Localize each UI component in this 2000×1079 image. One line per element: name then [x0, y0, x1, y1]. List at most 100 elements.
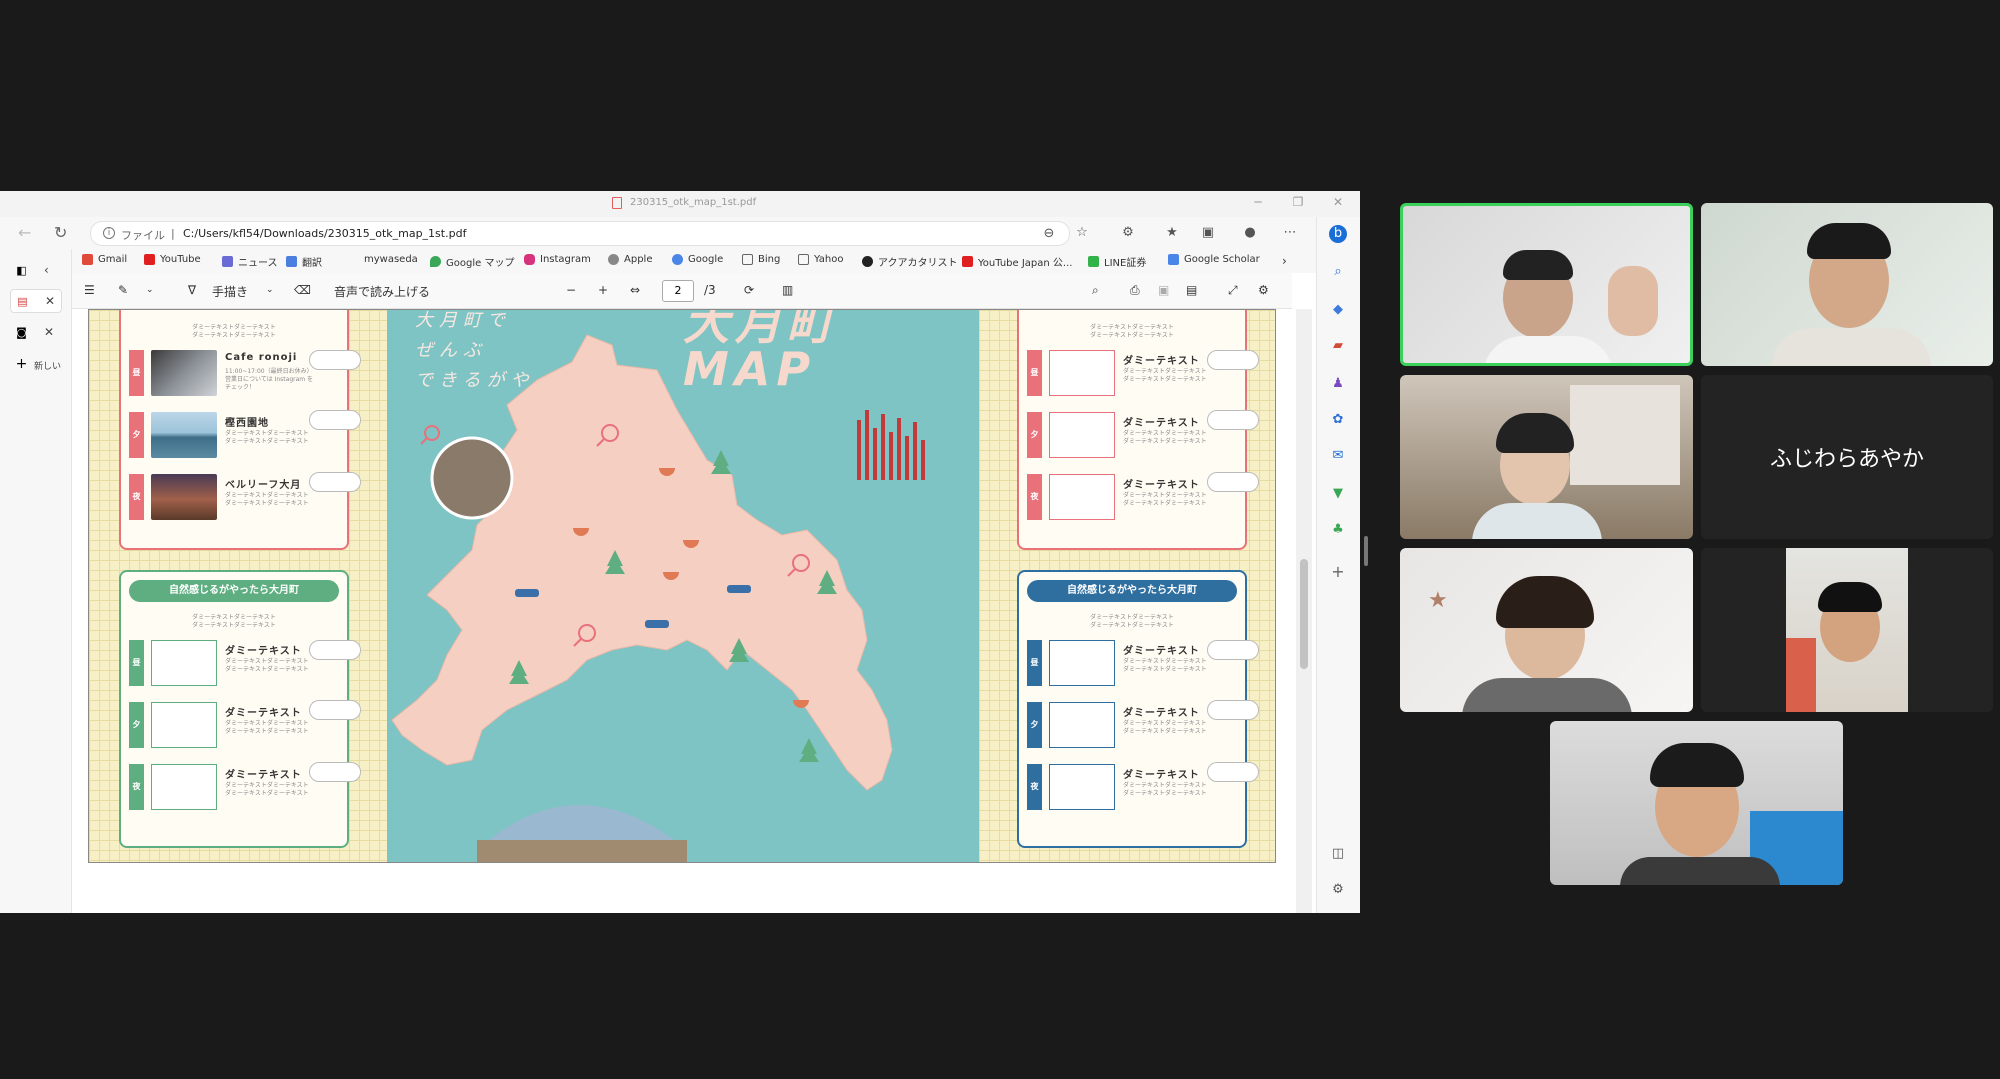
settings-icon[interactable]: ⚙ — [1258, 283, 1269, 297]
bookmark-aquacatalyst[interactable]: アクアカタリスト — [862, 254, 958, 269]
tab-actions[interactable]: ◧ ‹ — [10, 259, 62, 283]
search-icon[interactable]: ⌕ — [1092, 283, 1099, 298]
bookmark-mywaseda[interactable]: mywaseda — [364, 254, 418, 265]
minimize-icon[interactable]: ─ — [1248, 195, 1268, 209]
add-icon[interactable]: + — [1329, 563, 1347, 581]
tree-icon[interactable]: ♣ — [1329, 521, 1347, 539]
new-tab-label: 新しい — [34, 362, 62, 372]
bing-icon[interactable]: b — [1329, 225, 1347, 243]
scrollbar-thumb[interactable] — [1300, 559, 1308, 669]
bookmark-google-scholar[interactable]: Google Scholar — [1168, 254, 1260, 265]
extensions-icon[interactable]: ⚙ — [1120, 225, 1136, 241]
bookmark-youtube-japan[interactable]: YouTube Japan 公... — [962, 254, 1072, 269]
settings-icon[interactable]: ⚙ — [1329, 881, 1347, 899]
toolbox-icon[interactable]: ▰ — [1329, 337, 1347, 355]
maximize-icon[interactable]: ❐ — [1288, 195, 1308, 209]
close-tab-icon[interactable]: ✕ — [44, 325, 54, 339]
page-number-input[interactable]: 2 — [662, 280, 694, 302]
fit-width-icon[interactable]: ⇔ — [630, 283, 640, 297]
tree-icon — [711, 450, 731, 474]
draw-icon[interactable]: ∇ — [188, 283, 196, 297]
pdf-tab-icon: ▤ — [17, 295, 28, 308]
more-icon[interactable]: ⋯ — [1282, 225, 1298, 241]
favorites-icon[interactable]: ★ — [1164, 225, 1180, 241]
address-bar[interactable]: i ファイル | C:/Users/kfl54/Downloads/230315… — [90, 221, 1070, 246]
bookmark-instagram[interactable]: Instagram — [524, 254, 591, 265]
bookmark-youtube[interactable]: YouTube — [144, 254, 201, 265]
zoom-out-icon[interactable]: − — [566, 283, 576, 297]
tag-icon[interactable]: ◆ — [1329, 301, 1347, 319]
bookmark-news[interactable]: ニュース — [222, 254, 278, 269]
outlook-icon[interactable]: ✉ — [1329, 447, 1347, 465]
bookmark-translate[interactable]: 翻訳 — [286, 254, 322, 269]
profile-icon[interactable]: ● — [1242, 225, 1258, 241]
row-tag: 昼 — [1027, 350, 1042, 396]
print-icon[interactable]: ⎙ — [1130, 283, 1140, 298]
bookmark-gmail[interactable]: Gmail — [82, 254, 127, 265]
drop-icon[interactable]: ▼ — [1329, 485, 1347, 503]
row-title: ダミーテキスト — [1123, 646, 1200, 657]
sneaker-icon — [727, 585, 751, 593]
games-icon[interactable]: ♟ — [1329, 375, 1347, 393]
chevron-down-icon[interactable]: ⌄ — [266, 285, 274, 295]
bookmarks-more-icon[interactable]: › — [1282, 254, 1287, 268]
collapse-icon[interactable]: ‹ — [44, 263, 49, 277]
contents-icon[interactable]: ☰ — [84, 283, 95, 297]
row-sub: ダミーテキストダミーテキスト — [225, 438, 309, 445]
bookmark-yahoo[interactable]: Yahoo — [798, 254, 843, 265]
participant-tile[interactable]: ★ — [1400, 548, 1693, 712]
sidebar-toggle-icon[interactable]: ◫ — [1329, 845, 1347, 863]
save-as-icon[interactable]: ▤ — [1186, 283, 1197, 297]
row-sub: ダミーテキストダミーテキスト — [1123, 728, 1207, 735]
tab-pdf[interactable]: ▤ ✕ — [10, 289, 62, 313]
people-photo-ground — [477, 840, 687, 862]
bookmark-apple[interactable]: Apple — [608, 254, 652, 265]
read-aloud-button[interactable]: 音声で読み上げる — [334, 283, 430, 300]
collections-icon[interactable]: ▣ — [1200, 225, 1216, 241]
row-title: ダミーテキスト — [225, 708, 302, 719]
back-icon[interactable]: ← — [18, 223, 31, 242]
eraser-icon[interactable]: ⌫ — [294, 283, 311, 297]
row-title: ダミーテキスト — [1123, 770, 1200, 781]
participant-tile[interactable] — [1550, 721, 1843, 885]
bookmark-bing[interactable]: Bing — [742, 254, 780, 265]
image-placeholder — [1049, 764, 1115, 810]
speech-bubble — [1207, 700, 1259, 720]
speech-bubble — [309, 350, 361, 370]
fullscreen-icon[interactable]: ⤢ — [1228, 283, 1238, 298]
refresh-icon[interactable]: ↻ — [54, 223, 67, 242]
participant-hair — [1496, 413, 1574, 453]
card-header: 自然感じるがやったら大月町 — [129, 580, 339, 602]
rotate-icon[interactable]: ⟳ — [744, 283, 754, 297]
new-tab-button[interactable]: + 新しい — [10, 353, 62, 377]
bookmark-google-maps[interactable]: Google マップ — [430, 254, 514, 269]
card-intro-line: ダミーテキストダミーテキスト — [1090, 332, 1174, 339]
chevron-down-icon[interactable]: ⌄ — [146, 285, 154, 295]
draw-button-label[interactable]: 手描き — [212, 283, 248, 300]
search-icon[interactable]: ⌕ — [1329, 263, 1347, 281]
row-sub: ダミーテキストダミーテキスト — [1123, 376, 1207, 383]
highlight-icon[interactable]: ✎ — [118, 283, 128, 297]
save-icon[interactable]: ▣ — [1158, 283, 1169, 297]
bookmark-line-securities[interactable]: LINE証券 — [1088, 254, 1146, 269]
close-window-icon[interactable]: ✕ — [1328, 195, 1348, 209]
favorite-add-icon[interactable]: ☆ — [1074, 225, 1090, 241]
pdf-scrollbar[interactable] — [1296, 309, 1312, 913]
tab-other[interactable]: ◙ ✕ — [10, 321, 62, 345]
office-icon[interactable]: ✿ — [1329, 411, 1347, 429]
bookmark-google[interactable]: Google — [672, 254, 723, 265]
image-placeholder — [151, 764, 217, 810]
window-title-bar: 230315_otk_map_1st.pdf ─ ❐ ✕ — [0, 191, 1360, 217]
close-tab-icon[interactable]: ✕ — [45, 294, 55, 308]
participant-tile[interactable] — [1701, 548, 1993, 712]
participant-tile[interactable] — [1701, 203, 1993, 366]
participant-tile-camera-off[interactable]: ふじわらあやか — [1701, 375, 1993, 539]
row-tag: 夕 — [129, 702, 144, 748]
zoom-icon[interactable]: ⊖ — [1041, 226, 1057, 242]
participant-tile[interactable] — [1400, 375, 1693, 539]
participant-tile-active[interactable] — [1400, 203, 1693, 366]
gmail-icon — [82, 254, 93, 265]
zoom-in-icon[interactable]: + — [598, 283, 608, 297]
page-view-icon[interactable]: ▥ — [782, 283, 793, 297]
splitter-handle[interactable] — [1364, 536, 1368, 566]
